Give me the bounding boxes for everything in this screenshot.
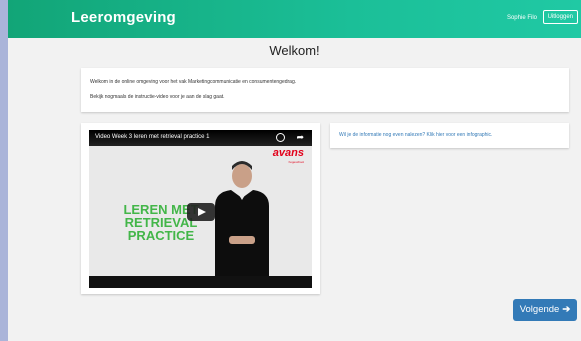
app-title: Leeromgeving	[71, 9, 176, 26]
next-button[interactable]: Volgende ➔	[513, 299, 577, 321]
page-title: Welkom!	[269, 43, 320, 58]
left-edge-strip	[0, 0, 8, 341]
top-header: Leeromgeving Sophie Filo Uitloggen	[8, 0, 581, 38]
intro-card: Welkom in de online omgeving voor het va…	[81, 68, 569, 112]
overlay-line-3: PRACTICE	[127, 228, 195, 243]
infographic-link[interactable]: Wil je de informatie nog even nalezen? K…	[339, 132, 492, 138]
intro-text-line-1: Welkom in de online omgeving voor het va…	[90, 79, 297, 85]
presenter-figure	[215, 161, 269, 288]
play-icon[interactable]	[187, 203, 215, 221]
info-card: Wil je de informatie nog even nalezen? K…	[330, 123, 569, 148]
video-player[interactable]: Video Week 3 leren met retrieval practic…	[89, 130, 312, 288]
user-name: Sophie Filo	[506, 15, 537, 21]
logout-button[interactable]: Uitloggen	[542, 10, 578, 24]
arrow-right-icon: ➔	[562, 304, 571, 315]
share-icon[interactable]: ➦	[296, 132, 304, 142]
video-title[interactable]: Video Week 3 leren met retrieval practic…	[95, 134, 210, 140]
avans-logo-subtitle: hogeschool	[288, 160, 304, 164]
intro-text-line-2: Bekijk nogmaals de instructie-video voor…	[90, 94, 225, 100]
video-card: Video Week 3 leren met retrieval practic…	[81, 123, 320, 294]
video-bottom-bar	[89, 276, 312, 288]
watch-later-icon[interactable]	[276, 133, 285, 142]
video-title-bar: Video Week 3 leren met retrieval practic…	[89, 130, 312, 146]
next-button-label: Volgende	[519, 304, 560, 315]
